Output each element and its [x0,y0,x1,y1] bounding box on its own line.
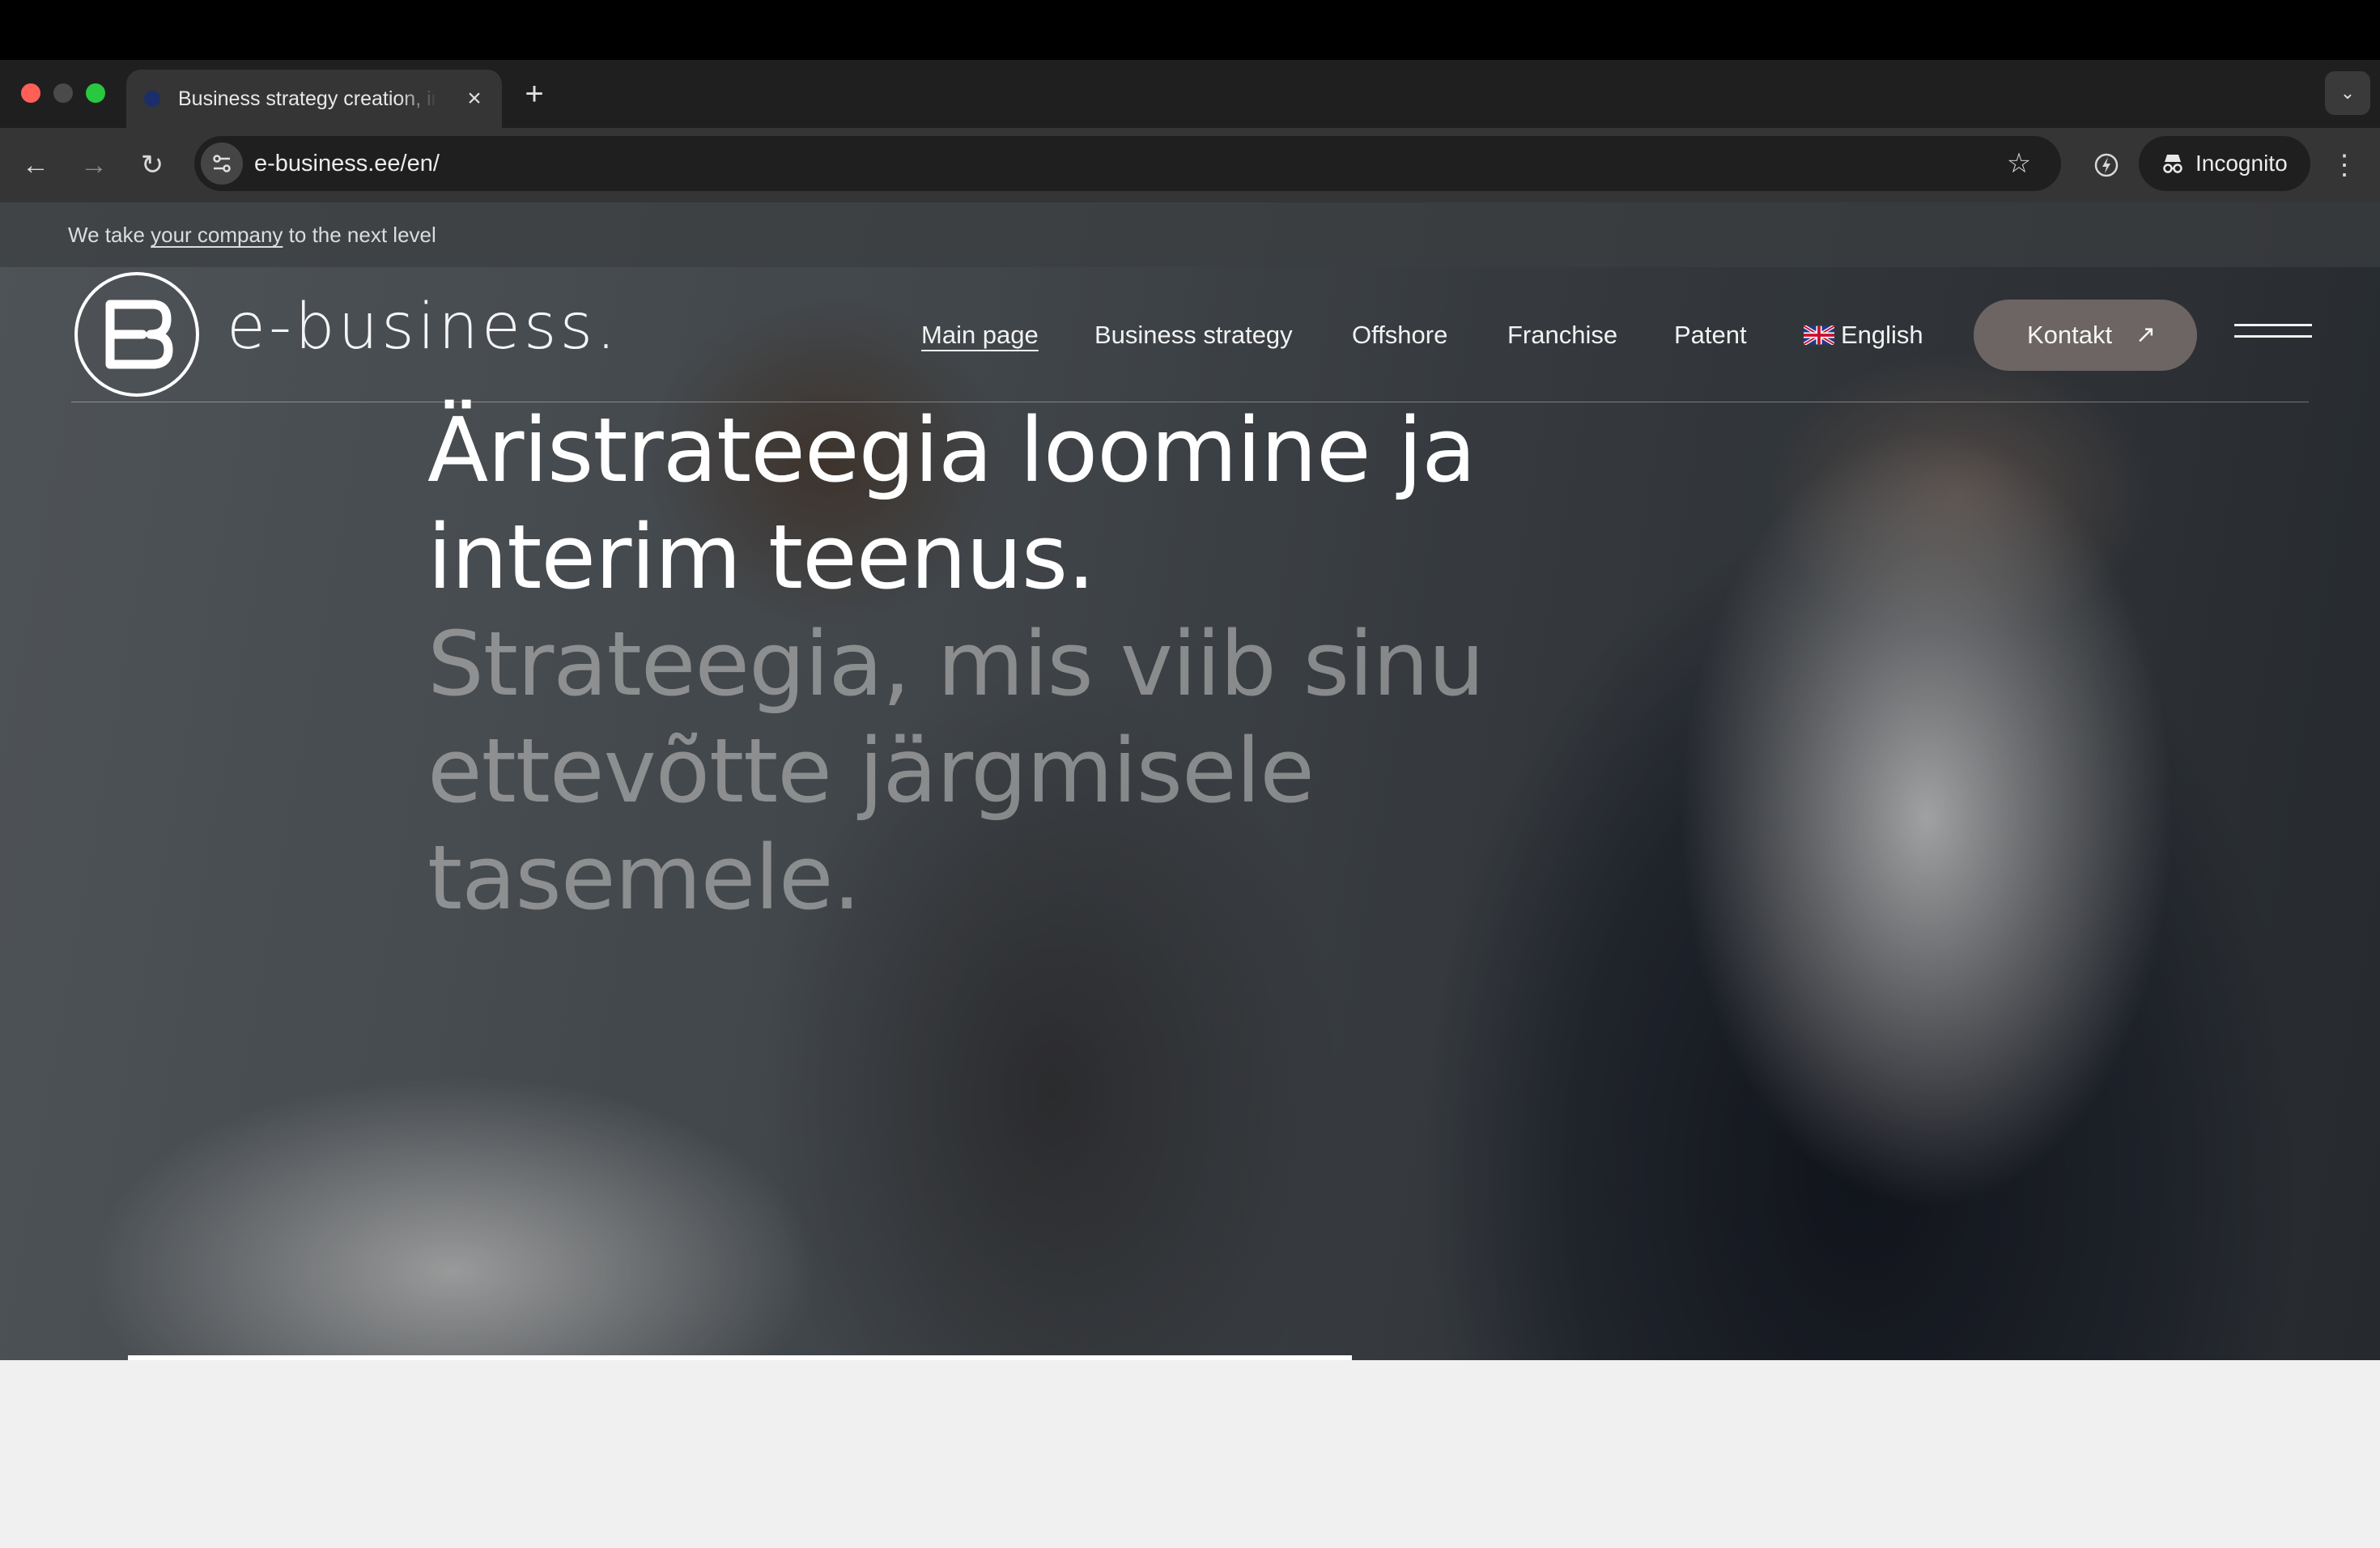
arrow-up-right-icon: ↗ [2136,321,2157,348]
nav-main-page[interactable]: Main page [921,317,1039,353]
language-label: English [1841,321,1923,349]
extension-icon[interactable] [2084,142,2129,188]
arrow-right-icon[interactable]: → [71,142,117,188]
announcement-after: to the next level [283,223,436,247]
announcement-text: We take your company to the next level [68,220,436,249]
kebab-icon[interactable]: ⋮ [2325,142,2364,188]
nav-franchise[interactable]: Franchise [1507,317,1617,353]
logo-text[interactable]: e-business. [227,287,619,368]
screen-top-bar [0,0,2380,60]
url-text[interactable]: e-business.ee/en/ [254,149,440,178]
browser-tab-active[interactable]: Business strategy creation, interim serv… [126,70,502,128]
arrow-left-icon[interactable]: ← [13,142,58,188]
tab-title: Business strategy creation, interim serv… [178,87,437,110]
announcement-link[interactable]: your company [151,223,283,247]
announcement-before: We take [68,223,151,247]
window-close-button[interactable] [21,83,40,103]
close-icon[interactable]: × [458,83,491,115]
web-page: We take your company to the next level e… [0,202,2380,1548]
hero-title: Äristrateegia loomine ja interim teenus. [427,398,1477,609]
hero-slider-progress [128,1355,1352,1360]
kontakt-label: Kontakt [2027,321,2113,349]
nav-patent[interactable]: Patent [1674,317,1747,353]
announcement-bar: We take your company to the next level [0,202,2380,267]
favicon-icon [144,91,160,107]
incognito-label: Incognito [2195,151,2288,176]
kontakt-button[interactable]: Kontakt ↗ [1974,300,2197,371]
language-switcher[interactable]: English [1804,317,1923,353]
tune-icon[interactable] [201,142,243,185]
nav-offshore[interactable]: Offshore [1352,317,1447,353]
nav-business-strategy[interactable]: Business strategy [1094,317,1293,353]
reload-icon[interactable]: ↻ [130,142,175,188]
window-zoom-button[interactable] [86,83,105,103]
address-bar[interactable]: e-business.ee/en/ ☆ [194,136,2061,191]
incognito-icon [2157,147,2189,180]
star-icon[interactable]: ☆ [2000,144,2038,183]
hero-subtitle: Strateegia, mis viib sinu ettevõtte järg… [427,612,1485,929]
logo-mark[interactable] [74,272,199,397]
plus-icon[interactable]: + [518,74,550,113]
chevron-down-icon[interactable]: ⌄ [2325,71,2370,115]
incognito-button[interactable]: Incognito [2139,136,2310,191]
uk-flag-icon [1804,325,1834,345]
window-minimize-button[interactable] [53,83,73,103]
hamburger-menu-icon[interactable] [2234,324,2312,347]
